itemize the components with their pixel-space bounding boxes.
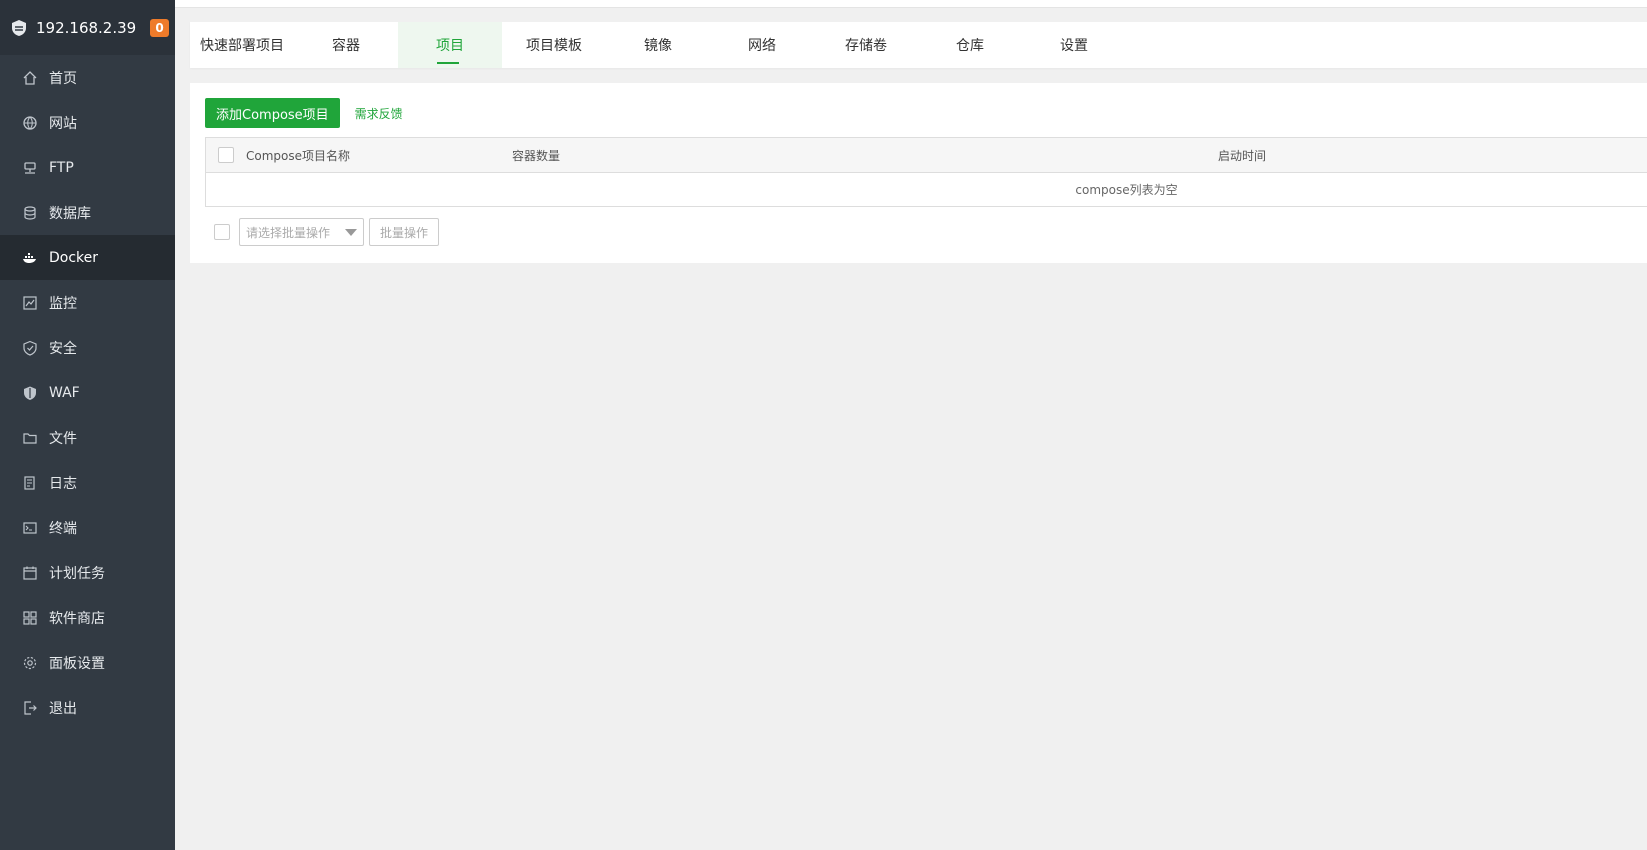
sidebar-item-8[interactable]: 文件	[0, 415, 175, 460]
table-empty-row: compose列表为空	[206, 173, 1647, 206]
sidebar-item-3[interactable]: 数据库	[0, 190, 175, 235]
project-panel: 添加Compose项目 需求反馈 Compose项目名称 容器数量 启动时间 c…	[190, 83, 1647, 263]
sidebar-item-6[interactable]: 安全	[0, 325, 175, 370]
caret-down-icon	[345, 229, 357, 236]
sidebar-item-7[interactable]: WAF	[0, 370, 175, 415]
sidebar: 192.168.2.39 0 首页网站 FTP 数据库 Docker 监控安全 WAF 文件…	[0, 0, 175, 850]
logout-icon	[22, 700, 38, 716]
sidebar-item-12[interactable]: 软件商店	[0, 595, 175, 640]
calendar-icon	[22, 565, 38, 581]
sidebar-item-14[interactable]: 退出	[0, 685, 175, 730]
tab-8[interactable]: 设置	[1022, 22, 1126, 68]
terminal-icon	[22, 520, 38, 536]
sidebar-item-10[interactable]: 终端	[0, 505, 175, 550]
sidebar-item-0[interactable]: 首页	[0, 55, 175, 100]
header-time[interactable]: 启动时间	[1218, 147, 1647, 164]
sidebar-item-label: 软件商店	[49, 610, 105, 627]
sidebar-item-label: 网站	[49, 115, 77, 132]
sidebar-item-11[interactable]: 计划任务	[0, 550, 175, 595]
top-strip	[175, 0, 1647, 8]
ftp-icon	[22, 160, 38, 176]
tab-4[interactable]: 镜像	[606, 22, 710, 68]
feedback-link[interactable]: 需求反馈	[355, 105, 403, 122]
server-ip: 192.168.2.39	[36, 18, 137, 37]
batch-select-checkbox[interactable]	[214, 224, 230, 240]
select-all-checkbox[interactable]	[218, 147, 234, 163]
sidebar-item-label: FTP	[49, 159, 74, 176]
gear-icon	[22, 655, 38, 671]
sidebar-item-label: 数据库	[49, 205, 91, 222]
sidebar-item-label: 日志	[49, 475, 77, 492]
home-icon	[22, 70, 38, 86]
tab-0[interactable]: 快速部署项目	[190, 22, 294, 68]
apps-grid-icon	[22, 610, 38, 626]
globe-icon	[22, 115, 38, 131]
tab-5[interactable]: 网络	[710, 22, 814, 68]
sidebar-item-4[interactable]: Docker	[0, 235, 175, 280]
empty-message: compose列表为空	[1075, 183, 1178, 197]
add-compose-button[interactable]: 添加Compose项目	[205, 98, 340, 128]
sidebar-item-label: 面板设置	[49, 655, 105, 672]
sidebar-item-5[interactable]: 监控	[0, 280, 175, 325]
header-name[interactable]: Compose项目名称	[246, 147, 512, 164]
tab-6[interactable]: 存储卷	[814, 22, 918, 68]
shield-icon	[22, 340, 38, 356]
sidebar-item-label: 终端	[49, 520, 77, 537]
sidebar-item-label: 退出	[49, 700, 77, 717]
docker-icon	[22, 250, 38, 266]
batch-select-placeholder: 请选择批量操作	[246, 225, 331, 240]
notification-badge[interactable]: 0	[150, 18, 169, 37]
main-content: 快速部署项目 容器 项目 项目模板 镜像 网络 存储卷 仓库 设置 添加Compose项目 需求…	[175, 0, 1647, 850]
folder-icon	[22, 430, 38, 446]
sidebar-item-label: 首页	[49, 70, 77, 87]
log-icon	[22, 475, 38, 491]
sidebar-item-label: Docker	[49, 249, 99, 266]
server-logo-icon	[10, 19, 28, 37]
monitor-icon	[22, 295, 38, 311]
database-icon	[22, 205, 38, 221]
sidebar-item-label: 监控	[49, 295, 77, 312]
sidebar-item-label: 文件	[49, 430, 77, 447]
batch-operation-button[interactable]: 批量操作	[369, 218, 440, 246]
tab-1[interactable]: 容器	[294, 22, 398, 68]
batch-actions: 请选择批量操作 批量操作	[205, 218, 440, 246]
sidebar-item-13[interactable]: 面板设置	[0, 640, 175, 685]
sidebar-item-label: 计划任务	[49, 565, 105, 582]
sidebar-item-label: 安全	[49, 340, 77, 357]
tab-7[interactable]: 仓库	[918, 22, 1022, 68]
batch-operation-select[interactable]: 请选择批量操作	[239, 218, 364, 246]
docker-tabs: 快速部署项目 容器 项目 项目模板 镜像 网络 存储卷 仓库 设置	[190, 22, 1647, 68]
waf-shield-icon	[22, 385, 38, 401]
table-header: Compose项目名称 容器数量 启动时间	[206, 138, 1647, 173]
sidebar-item-9[interactable]: 日志	[0, 460, 175, 505]
sidebar-item-2[interactable]: FTP	[0, 145, 175, 190]
server-header: 192.168.2.39 0	[0, 0, 175, 55]
compose-table: Compose项目名称 容器数量 启动时间 compose列表为空	[205, 137, 1647, 207]
tab-3[interactable]: 项目模板	[502, 22, 606, 68]
header-count: 容器数量	[512, 148, 561, 163]
sidebar-item-1[interactable]: 网站	[0, 100, 175, 145]
tab-2[interactable]: 项目	[398, 22, 502, 68]
sidebar-item-label: WAF	[49, 384, 80, 401]
toolbar: 添加Compose项目 需求反馈	[205, 98, 403, 128]
